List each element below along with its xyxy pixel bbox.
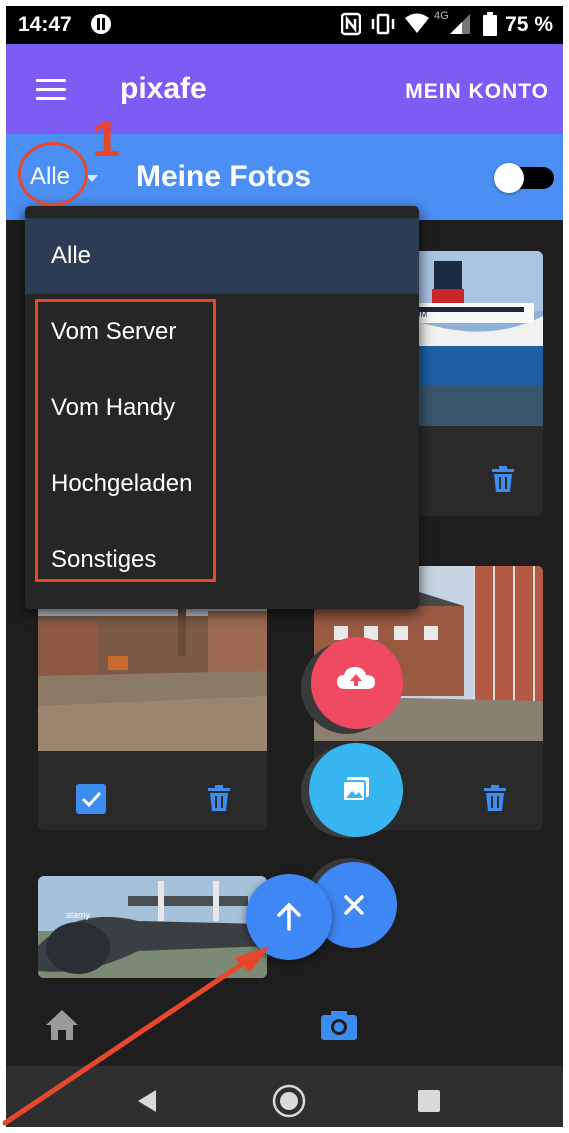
gallery-button[interactable] [309,743,403,837]
upload-cloud-button[interactable] [311,637,403,729]
camera-icon[interactable] [320,1009,358,1041]
app-title: pixafe [120,72,207,105]
upload-cloud-icon [337,667,375,689]
watermark-text: alamy [66,910,91,920]
status-time: 14:47 [18,13,72,36]
home-circle-icon[interactable] [272,1084,306,1118]
image-gallery-icon [342,777,369,802]
phone-screen: 14:47 4G 75 % pixafe MEIN KONTO Alle Mei… [6,6,563,1127]
battery-icon [483,12,497,36]
dropdown-option-alle[interactable]: Alle [25,218,419,294]
view-toggle[interactable] [494,163,554,193]
home-icon[interactable] [44,1008,80,1042]
delete-icon[interactable] [492,466,514,492]
signal-icon [450,14,470,34]
hamburger-menu-icon[interactable] [36,79,66,101]
recents-icon[interactable] [417,1089,441,1113]
toggle-knob[interactable] [494,163,524,193]
wifi-icon [405,13,429,33]
arrow-up-icon [277,902,301,931]
nfc-icon [341,12,361,36]
delete-icon[interactable] [484,785,506,811]
network-type: 4G [434,10,449,22]
photo-card: alamy [38,876,267,978]
status-bar: 14:47 4G 75 % [6,6,563,44]
aircraft-photo[interactable]: alamy [38,876,267,978]
upload-fab-button[interactable] [246,874,332,960]
app-bar: pixafe MEIN KONTO [6,44,563,134]
annotation-rectangle [35,299,216,582]
app-notification-icon [91,14,111,34]
delete-icon[interactable] [208,785,230,811]
system-navigation-bar [6,1066,563,1127]
my-account-button[interactable]: MEIN KONTO [405,80,549,104]
check-icon [81,791,102,808]
selection-checkbox[interactable] [76,784,106,814]
back-icon[interactable] [134,1088,160,1114]
bottom-navigation [6,986,563,1066]
page-title: Meine Fotos [136,160,312,193]
vibrate-icon [371,13,395,35]
battery-percent: 75 % [505,13,553,36]
annotation-circle [18,142,88,206]
annotation-step-number: 1 [92,111,120,167]
